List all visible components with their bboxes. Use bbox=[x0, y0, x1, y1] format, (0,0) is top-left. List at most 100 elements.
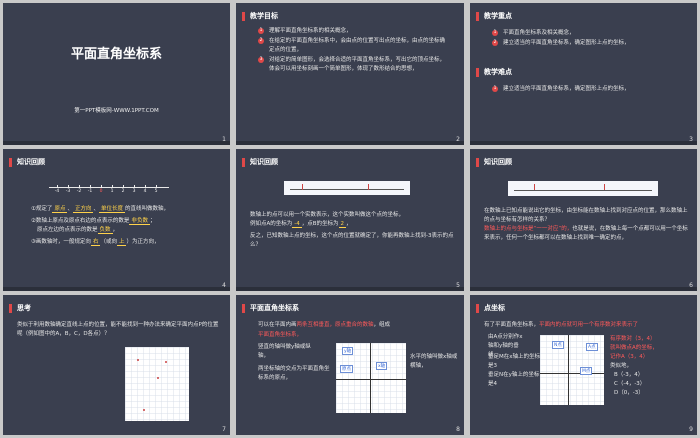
review-text: ①规定了 原点、正方向、单位长度 的直线叫做数轴， ②数轴上原点及原点右边的点表示的… bbox=[31, 206, 170, 246]
point-marker bbox=[143, 409, 145, 411]
header-accent-bar bbox=[9, 157, 12, 167]
y-axis-tag: y轴 bbox=[342, 347, 354, 355]
x-axis bbox=[336, 379, 406, 380]
origin-text: 两坐标轴的交点为平面直角坐标系的原点， bbox=[258, 366, 330, 381]
slide-sorter-grid: 平面直角坐标系 第一PPT模板网-WWW.1PPT.COM 1 教学目标 1 理解… bbox=[0, 0, 700, 438]
bullet-2: 2 bbox=[492, 40, 498, 46]
slide-thumbnail-3[interactable]: 教学重点 1 平面直角坐标系及相关概念， 2 建立适当的平面直角坐标系，确定图形上点… bbox=[470, 3, 697, 145]
key-points-list: 1 平面直角坐标系及相关概念， 2 建立适当的平面直角坐标系，确定图形上点的坐标， bbox=[492, 29, 683, 49]
origin-tag: 原点 bbox=[340, 365, 353, 373]
slide-thumbnail-6[interactable]: 知识回顾 在数轴上已知点能说出它的坐标，由坐标能在数轴上找到对应点的位置，那么数… bbox=[470, 149, 697, 291]
list-item-text: 对给定的简单图形，会选择合适的平面直角坐标系，写出它的顶点坐标，体会可以用坐标刻… bbox=[269, 57, 446, 72]
slide-thumbnail-9[interactable]: 点坐标 有了平面直角坐标系，平面内的点就可用一个有序数对来表示了 由A点分别作x… bbox=[470, 295, 697, 435]
definition-text: 可以在平面内画两条互相垂直，原点重合的数轴，组成 bbox=[258, 321, 458, 330]
slide-thumbnail-5[interactable]: 知识回顾 数轴上的点可以用一个实数表示，这个实数叫做这个点的坐标， 例如点A的坐… bbox=[236, 149, 464, 291]
highlight-text: 有序数对（3，4） bbox=[610, 336, 656, 342]
point-coordinate: C（-4，-3） bbox=[614, 381, 646, 387]
list-item: 1 理解平面直角坐标系的相关概念， bbox=[258, 27, 446, 36]
tick-label: 1 bbox=[110, 189, 114, 194]
list-item: 1 平面直角坐标系及相关概念， bbox=[492, 29, 683, 38]
bullet-3: 3 bbox=[258, 57, 264, 63]
site-caption: 第一PPT模板网-WWW.1PPT.COM bbox=[74, 108, 159, 114]
answer-blank: -4 bbox=[292, 221, 302, 228]
tick-mark bbox=[145, 185, 146, 188]
tick-mark bbox=[68, 185, 69, 188]
slide-thumbnail-2[interactable]: 教学目标 1 理解平面直角坐标系的相关概念， 2 在给定的平面直角坐标系中，会由点的… bbox=[236, 3, 464, 145]
point-marker bbox=[157, 377, 159, 379]
axis-line bbox=[514, 190, 652, 191]
header-label: 教学重点 bbox=[484, 12, 512, 20]
slide-footer-strip bbox=[470, 287, 697, 291]
tick-mark bbox=[156, 185, 157, 188]
tick-label: 0 bbox=[99, 189, 103, 194]
tick-mark bbox=[112, 185, 113, 188]
foot-m-text: 垂足M在x轴上的坐标是3 bbox=[488, 354, 541, 369]
answer-blank: 单位长度 bbox=[99, 206, 126, 213]
relationship-text: 在数轴上已知点能说出它的坐标，由坐标能在数轴上找到对应点的位置，那么数轴上的点与… bbox=[484, 207, 688, 243]
coordinate-intro: 有了平面直角坐标系，平面内的点就可用一个有序数对来表示了 bbox=[484, 321, 694, 330]
paragraph: 在数轴上已知点能说出它的坐标，由坐标能在数轴上找到对应点的位置，那么数轴上的点与… bbox=[484, 208, 688, 223]
list-item-text: 建立适当的平面直角坐标系，确定图形上点的坐标， bbox=[503, 40, 630, 46]
slide-footer-strip bbox=[3, 287, 230, 291]
tick-label: -3 bbox=[65, 189, 71, 194]
bullet-2: 2 bbox=[258, 38, 264, 44]
tick-label: 2 bbox=[121, 189, 125, 194]
text: 可以在平面内画 bbox=[258, 322, 297, 328]
answer-blank: 非负数 bbox=[129, 218, 150, 225]
list-item-text: 建立适当的平面直角坐标系，确定图形上点的坐标， bbox=[503, 86, 630, 92]
point-a-marker bbox=[302, 184, 303, 190]
header-label: 思考 bbox=[17, 304, 31, 312]
slide-thumbnail-7[interactable]: 思考 类似于利用数轴确定直线上点的位置，能不能找到一种办法来确定平面内点P的位置… bbox=[3, 295, 230, 435]
slide-thumbnail-8[interactable]: 平面直角坐标系 可以在平面内画两条互相垂直，原点重合的数轴，组成 平面直角坐标系… bbox=[236, 295, 464, 435]
text: ③画数轴时，一般规定向 bbox=[31, 239, 91, 245]
bullet-1: 1 bbox=[492, 30, 498, 36]
tick-mark bbox=[79, 185, 80, 188]
text: ； bbox=[149, 218, 156, 224]
tick-label: 3 bbox=[132, 189, 136, 194]
objective-list: 1 理解平面直角坐标系的相关概念， 2 在给定的平面直角坐标系中，会由点的位置写出点… bbox=[258, 27, 446, 75]
x-axis-text: 水平的轴叫做x轴或横轴， bbox=[410, 354, 458, 369]
point-m-tag: M点 bbox=[580, 367, 593, 375]
header-accent-bar bbox=[242, 11, 245, 21]
header-label: 知识回顾 bbox=[250, 158, 278, 166]
tick-mark bbox=[134, 185, 135, 188]
text: （或向 bbox=[100, 239, 117, 245]
slide-header-2: 教学难点 bbox=[476, 67, 512, 77]
header-label: 知识回顾 bbox=[17, 158, 45, 166]
text: 有了平面直角坐标系， bbox=[484, 322, 540, 328]
text: 的直线叫做数轴， bbox=[125, 206, 170, 212]
slide-header: 教学重点 bbox=[476, 11, 512, 21]
slide-thumbnail-4[interactable]: 知识回顾 -4 -3 -2 -1 0 1 2 3 4 5 ①规定了 原点、正方向、… bbox=[3, 149, 230, 291]
slide-footer-strip bbox=[236, 287, 464, 291]
y-axis-text: 竖直的轴叫做y轴或纵轴， bbox=[258, 344, 311, 359]
slide-thumbnail-1[interactable]: 平面直角坐标系 第一PPT模板网-WWW.1PPT.COM 1 bbox=[3, 3, 230, 145]
header-accent-bar bbox=[242, 157, 245, 167]
tick-label: -2 bbox=[76, 189, 82, 194]
highlight-text: 两条互相垂直，原点重合的数轴 bbox=[296, 322, 374, 328]
slide-number: 5 bbox=[456, 282, 460, 289]
header-accent-bar bbox=[476, 67, 479, 77]
text: ）为正方向， bbox=[126, 239, 160, 245]
point-grid-figure bbox=[125, 347, 189, 421]
slide-number: 2 bbox=[456, 136, 460, 143]
list-item-text: 理解平面直角坐标系的相关概念， bbox=[269, 28, 352, 34]
slide-footer-strip bbox=[3, 141, 230, 145]
slide-footer-strip bbox=[470, 141, 697, 145]
number-line-figure bbox=[508, 181, 658, 196]
x-axis-tag: x轴 bbox=[376, 362, 388, 370]
list-item: 2 在给定的平面直角坐标系中，会由点的位置写出点的坐标，由点的坐标确定点的位置， bbox=[258, 37, 446, 55]
text: ， bbox=[112, 227, 119, 233]
header-accent-bar bbox=[476, 157, 479, 167]
header-accent-bar bbox=[476, 11, 479, 21]
slide-header: 平面直角坐标系 bbox=[242, 303, 299, 313]
paragraph: 反之，已知数轴上点的坐标，这个点的位置就确定了，你能再数轴上找到-3表示的点么？ bbox=[250, 233, 454, 248]
slide-number: 8 bbox=[456, 426, 460, 433]
foot-n-text: 垂足N在y轴上的坐标是4 bbox=[488, 372, 540, 387]
list-item: 2 建立适当的平面直角坐标系，确定图形上点的坐标， bbox=[492, 39, 683, 48]
number-line: -4 -3 -2 -1 0 1 2 3 4 5 bbox=[49, 185, 169, 194]
tick-label: 4 bbox=[143, 189, 147, 194]
text: 原点左边的点表示的数是 bbox=[37, 227, 98, 233]
text: 类似地， bbox=[610, 363, 633, 369]
text: ， bbox=[346, 221, 352, 227]
header-accent-bar bbox=[9, 303, 12, 313]
